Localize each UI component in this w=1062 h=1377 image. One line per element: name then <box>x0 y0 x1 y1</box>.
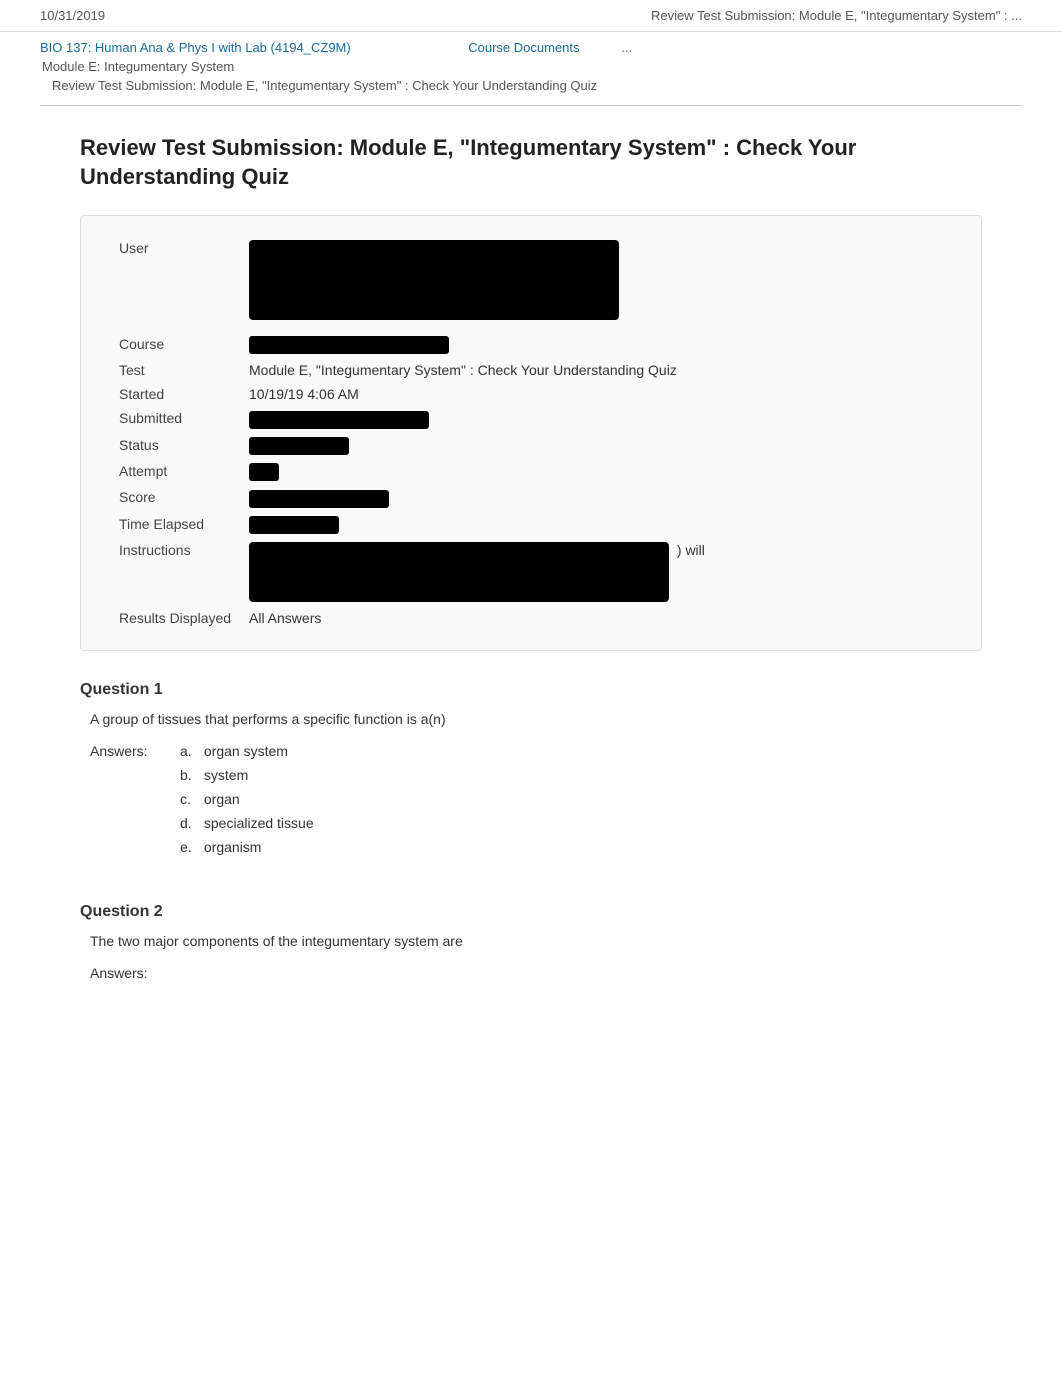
divider <box>40 105 1022 106</box>
info-row-status: Status <box>111 433 951 459</box>
answer-text: system <box>204 767 248 783</box>
started-label: Started <box>111 382 241 406</box>
top-bar-date: 10/31/2019 <box>40 8 105 23</box>
question-1-answers-row: Answers: a. organ system b. system c. or… <box>80 743 982 863</box>
submitted-value <box>241 406 951 432</box>
user-label: User <box>111 236 241 332</box>
submitted-blurred <box>249 411 429 429</box>
breadcrumb-nav1[interactable]: Course Documents <box>468 40 579 55</box>
info-row-submitted: Submitted <box>111 406 951 432</box>
answer-text: organism <box>204 839 262 855</box>
instructions-blurred <box>249 542 669 602</box>
question-1-text: A group of tissues that performs a speci… <box>80 711 982 727</box>
info-row-instructions: Instructions ) will <box>111 538 951 606</box>
course-value <box>241 332 951 358</box>
attempt-blurred <box>249 463 279 481</box>
time-blurred <box>249 516 339 534</box>
top-bar-title: Review Test Submission: Module E, "Integ… <box>651 8 1022 23</box>
breadcrumb-sep2 <box>590 40 612 55</box>
user-value <box>241 236 951 332</box>
info-row-test: Test Module E, "Integumentary System" : … <box>111 358 951 382</box>
info-row-time: Time Elapsed <box>111 512 951 538</box>
main-content: Review Test Submission: Module E, "Integ… <box>0 114 1062 1041</box>
answer-letter: e. <box>180 839 200 855</box>
course-label: Course <box>111 332 241 358</box>
list-item: a. organ system <box>180 743 314 759</box>
info-row-started: Started 10/19/19 4:06 AM <box>111 382 951 406</box>
instructions-suffix: ) will <box>677 542 705 558</box>
breadcrumb-level3: Review Test Submission: Module E, "Integ… <box>40 78 1022 93</box>
test-value: Module E, "Integumentary System" : Check… <box>241 358 951 382</box>
info-row-attempt: Attempt <box>111 459 951 485</box>
breadcrumb-area: BIO 137: Human Ana & Phys I with Lab (41… <box>0 32 1062 97</box>
results-label: Results Displayed <box>111 606 241 630</box>
instructions-label: Instructions <box>111 538 241 606</box>
answer-letter: d. <box>180 815 200 831</box>
time-value <box>241 512 951 538</box>
top-bar: 10/31/2019 Review Test Submission: Modul… <box>0 0 1062 32</box>
breadcrumb-row1: BIO 137: Human Ana & Phys I with Lab (41… <box>40 40 1022 55</box>
answer-text: organ system <box>204 743 288 759</box>
status-value <box>241 433 951 459</box>
question-2-text: The two major components of the integume… <box>80 933 982 949</box>
info-table: User Course Test Module <box>111 236 951 630</box>
question-2-label: Question 2 <box>80 903 982 921</box>
status-label: Status <box>111 433 241 459</box>
status-blurred <box>249 437 349 455</box>
user-blurred <box>249 240 619 320</box>
breadcrumb-level2: Module E: Integumentary System <box>40 59 1022 74</box>
list-item: e. organism <box>180 839 314 855</box>
list-item: d. specialized tissue <box>180 815 314 831</box>
test-label: Test <box>111 358 241 382</box>
info-row-score: Score <box>111 485 951 511</box>
info-table-container: User Course Test Module <box>80 215 982 651</box>
score-label: Score <box>111 485 241 511</box>
info-row-user: User <box>111 236 951 332</box>
time-label: Time Elapsed <box>111 512 241 538</box>
info-row-results: Results Displayed All Answers <box>111 606 951 630</box>
score-blurred <box>249 490 389 508</box>
breadcrumb-sep1 <box>361 40 459 55</box>
question-1-answers-list: a. organ system b. system c. organ d. sp… <box>180 743 314 863</box>
page-title: Review Test Submission: Module E, "Integ… <box>80 134 982 191</box>
breadcrumb-nav2[interactable]: ... <box>621 40 632 55</box>
answer-letter: a. <box>180 743 200 759</box>
started-value: 10/19/19 4:06 AM <box>241 382 951 406</box>
answer-letter: b. <box>180 767 200 783</box>
course-blurred <box>249 336 449 354</box>
submitted-label: Submitted <box>111 406 241 432</box>
score-value <box>241 485 951 511</box>
question-1-block: Question 1 A group of tissues that perfo… <box>80 681 982 863</box>
question-1-label: Question 1 <box>80 681 982 699</box>
question-2-answers-row: Answers: <box>80 965 982 981</box>
instructions-value: ) will <box>241 538 951 606</box>
attempt-label: Attempt <box>111 459 241 485</box>
answer-text: specialized tissue <box>204 815 314 831</box>
question-2-block: Question 2 The two major components of t… <box>80 903 982 981</box>
answer-text: organ <box>204 791 240 807</box>
attempt-value <box>241 459 951 485</box>
results-value: All Answers <box>241 606 951 630</box>
answer-letter: c. <box>180 791 200 807</box>
question-2-answers-label: Answers: <box>90 965 180 981</box>
list-item: b. system <box>180 767 314 783</box>
breadcrumb-course[interactable]: BIO 137: Human Ana & Phys I with Lab (41… <box>40 40 351 55</box>
list-item: c. organ <box>180 791 314 807</box>
question-1-answers-label: Answers: <box>90 743 180 759</box>
info-row-course: Course <box>111 332 951 358</box>
